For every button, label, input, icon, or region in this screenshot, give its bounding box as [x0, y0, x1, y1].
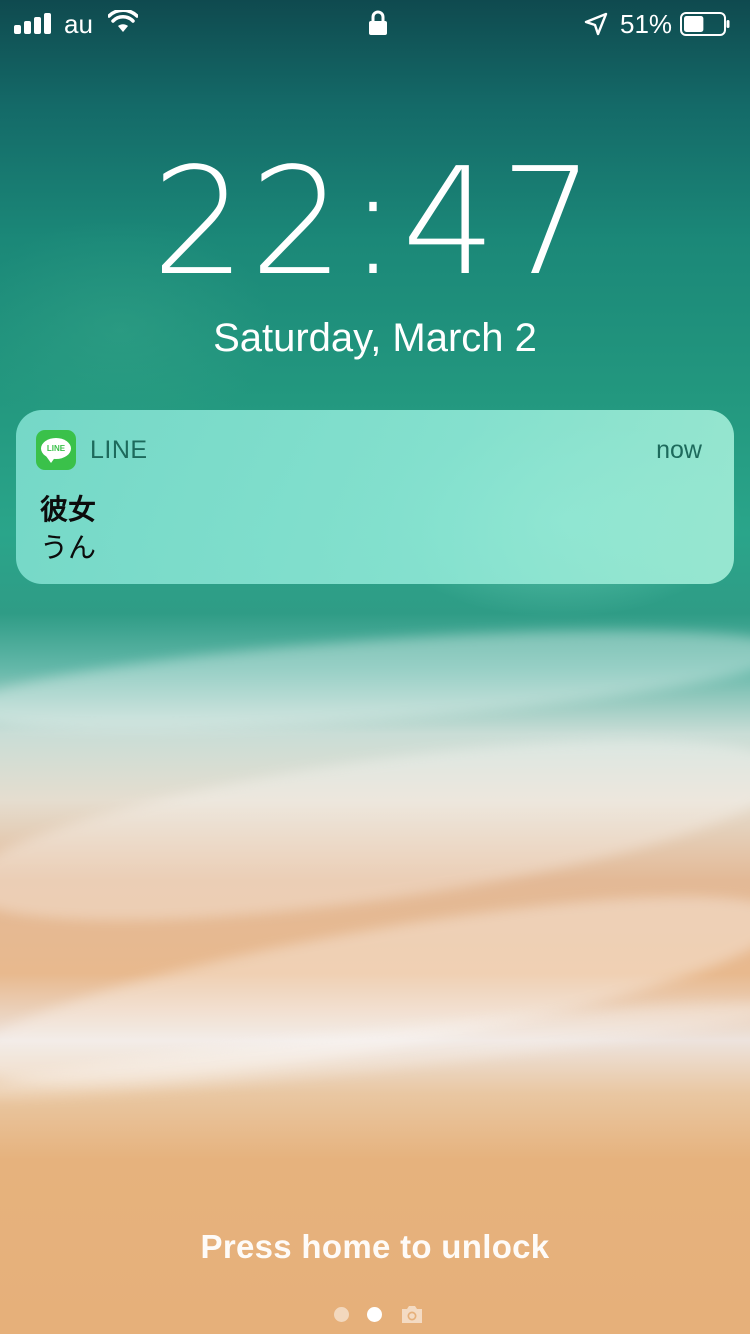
battery-icon	[680, 12, 730, 36]
unlock-hint: Press home to unlock	[200, 1228, 550, 1265]
cellular-signal-icon	[14, 12, 54, 34]
notification-app-name: LINE	[90, 436, 148, 464]
page-dot-current	[367, 1307, 382, 1322]
lock-screen-date: Saturday, March 2	[213, 316, 537, 360]
battery-percentage: 51%	[620, 9, 673, 39]
notification-time: now	[656, 436, 702, 464]
wave-foam	[0, 611, 750, 749]
page-indicator	[0, 1302, 750, 1326]
notification-body: うん	[40, 531, 97, 564]
line-app-icon: LINE	[36, 430, 76, 470]
lock-icon	[369, 10, 387, 35]
page-dot	[334, 1307, 349, 1322]
lock-screen-time: 22:47	[151, 136, 599, 308]
carrier-name: au	[64, 9, 93, 39]
wifi-icon	[108, 10, 138, 32]
location-arrow-icon	[584, 12, 608, 36]
line-notification[interactable]: LINE LINE now 彼女 うん	[16, 410, 734, 584]
status-bar: au 51%	[0, 0, 750, 48]
camera-icon[interactable]	[400, 1304, 424, 1324]
notification-title: 彼女	[40, 493, 97, 526]
